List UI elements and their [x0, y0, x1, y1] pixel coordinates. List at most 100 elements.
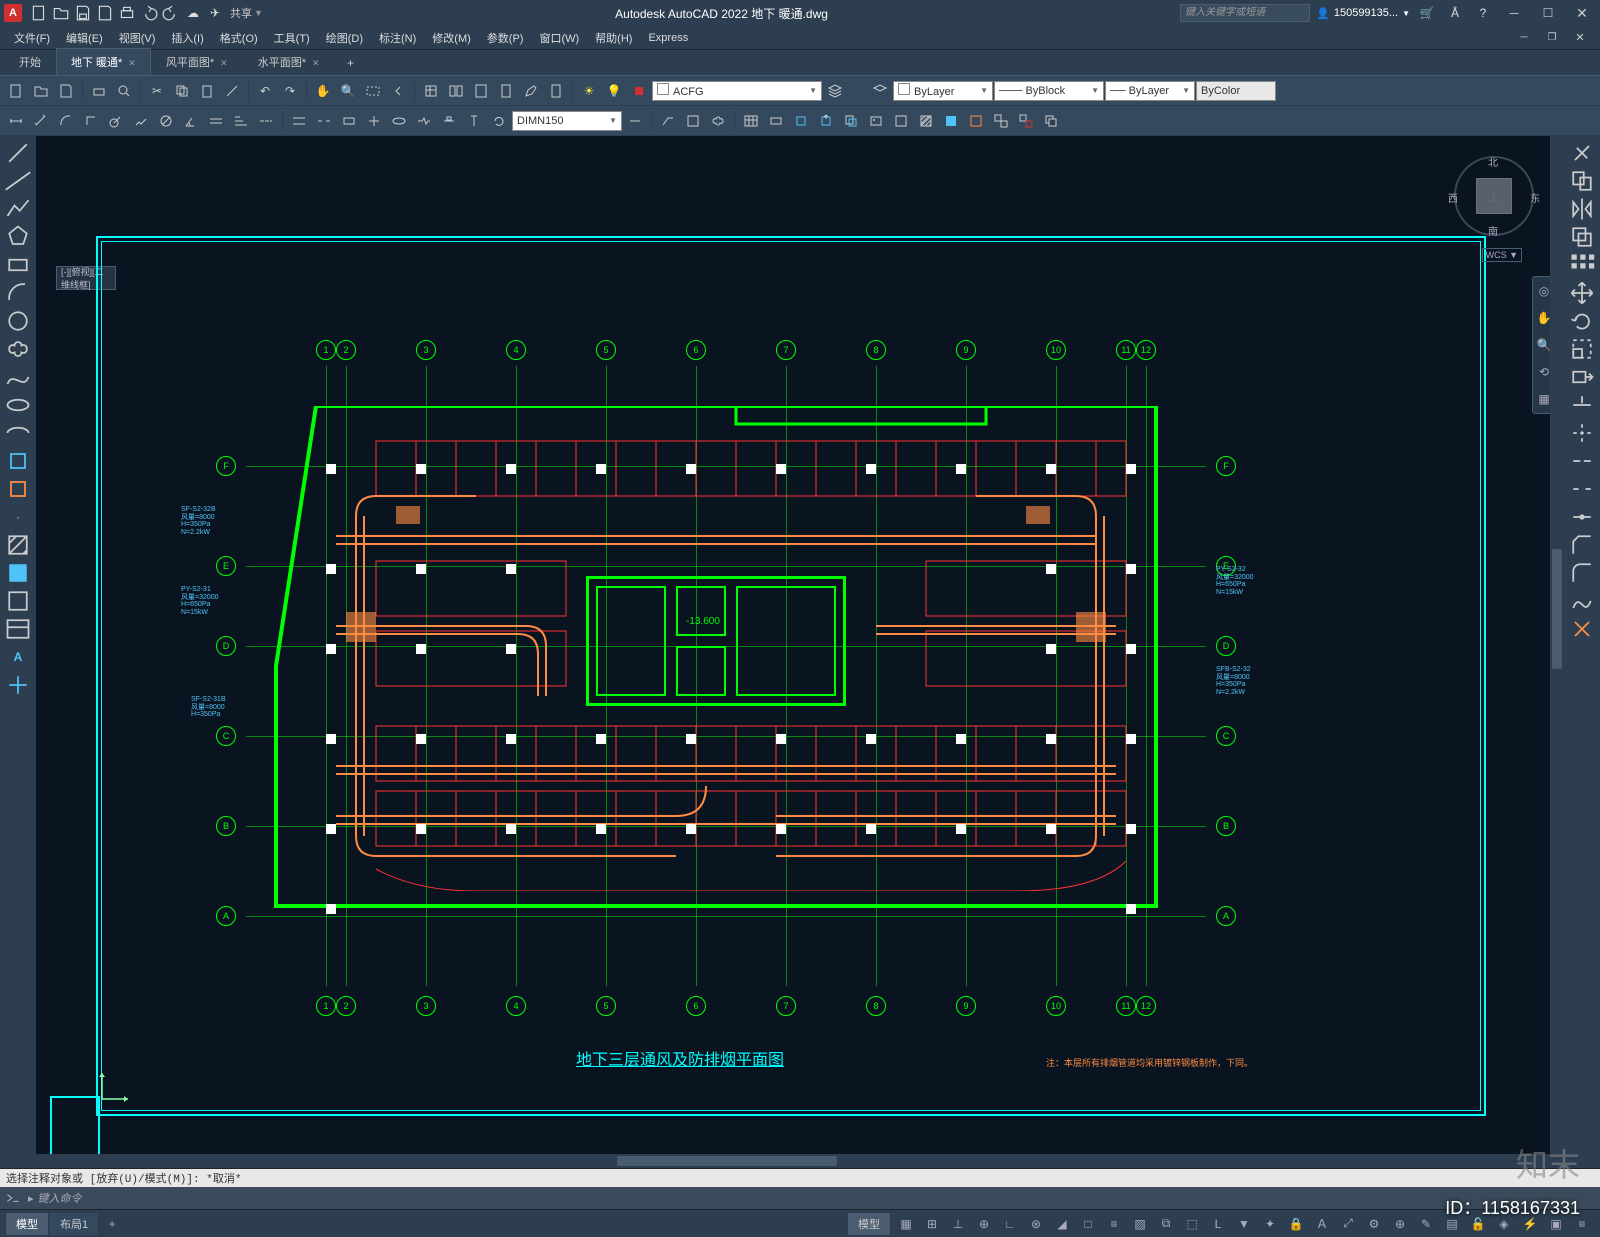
trim-icon[interactable] [1568, 392, 1596, 418]
circle-icon[interactable] [4, 308, 32, 334]
hatch-tool-icon[interactable] [4, 532, 32, 558]
save-icon[interactable] [54, 79, 78, 103]
qat-redo-icon[interactable] [162, 4, 180, 22]
explode-icon[interactable] [1568, 616, 1596, 642]
boundary-icon[interactable] [964, 109, 988, 133]
dim-quick-icon[interactable] [204, 109, 228, 133]
tab-doc-2[interactable]: 风平面图*✕ [151, 48, 243, 75]
anno-monitor-icon[interactable]: ⊕ [1388, 1213, 1412, 1235]
join-icon[interactable] [1568, 504, 1596, 530]
osnap-icon[interactable]: □ [1076, 1213, 1100, 1235]
pan-icon[interactable]: ✋ [311, 79, 335, 103]
annotation-scale-icon[interactable]: 🔒 [1284, 1213, 1308, 1235]
markup-icon[interactable] [519, 79, 543, 103]
layer-props-combo[interactable]: ByLayer▼ [893, 81, 993, 101]
paste-icon[interactable] [195, 79, 219, 103]
polygon-icon[interactable] [4, 224, 32, 250]
gizmo-icon[interactable]: ✦ [1258, 1213, 1282, 1235]
tab-close-icon[interactable]: ✕ [128, 58, 136, 68]
copy-icon[interactable] [170, 79, 194, 103]
xline-icon[interactable] [4, 168, 32, 194]
rotate-icon[interactable] [1568, 308, 1596, 334]
dim-arc-icon[interactable] [54, 109, 78, 133]
menu-tools[interactable]: 工具(T) [266, 27, 318, 49]
ortho-icon[interactable]: ∟ [998, 1213, 1022, 1235]
minimize-button[interactable]: ─ [1500, 3, 1528, 23]
dim-linear-icon[interactable] [4, 109, 28, 133]
lineweight-combo[interactable]: ── ByLayer▼ [1105, 81, 1195, 101]
spline-icon[interactable] [4, 364, 32, 390]
menu-window[interactable]: 窗口(W) [531, 27, 587, 49]
menu-modify[interactable]: 修改(M) [424, 27, 479, 49]
menu-dimension[interactable]: 标注(N) [371, 27, 424, 49]
snap-mode-icon[interactable]: ⊞ [920, 1213, 944, 1235]
center-mark-icon[interactable] [362, 109, 386, 133]
plot-style-input[interactable] [1196, 81, 1276, 101]
viewcube-south[interactable]: 南 [1488, 223, 1498, 238]
preview-icon[interactable] [112, 79, 136, 103]
ungroup-icon[interactable] [1014, 109, 1038, 133]
layer-lock-icon[interactable]: 💡 [602, 79, 626, 103]
hatch-icon[interactable] [914, 109, 938, 133]
inspect-icon[interactable] [387, 109, 411, 133]
tolerance-icon[interactable] [337, 109, 361, 133]
arc-icon[interactable] [4, 280, 32, 306]
qat-open-icon[interactable] [52, 4, 70, 22]
layout-tab-1[interactable]: 布局1 [50, 1213, 98, 1235]
layer-combo[interactable]: ACFG▼ [652, 81, 822, 101]
qcalc-icon[interactable] [544, 79, 568, 103]
tab-close-icon[interactable]: ✕ [220, 58, 228, 68]
chamfer-icon[interactable] [1568, 532, 1596, 558]
ellipse-icon[interactable] [4, 392, 32, 418]
menu-view[interactable]: 视图(V) [111, 27, 164, 49]
make-block-icon[interactable] [4, 476, 32, 502]
linetype-combo[interactable]: ─── ByBlock▼ [994, 81, 1104, 101]
selection-filter-icon[interactable]: ▼ [1232, 1213, 1256, 1235]
user-account[interactable]: 👤 150599135... ▼ [1316, 7, 1410, 20]
xref-icon[interactable] [839, 109, 863, 133]
qat-saveas-icon[interactable] [96, 4, 114, 22]
scale-icon[interactable] [1568, 336, 1596, 362]
point-icon[interactable]: · [4, 504, 32, 530]
view-cube[interactable]: 上 北 南 西 东 [1454, 156, 1534, 236]
cut-icon[interactable]: ✂ [145, 79, 169, 103]
menu-file[interactable]: 文件(F) [6, 27, 58, 49]
maximize-button[interactable]: ☐ [1534, 3, 1562, 23]
viewcube-east[interactable]: 东 [1530, 190, 1540, 205]
dim-style-mgr-icon[interactable] [623, 109, 647, 133]
gradient-icon[interactable] [939, 109, 963, 133]
menu-edit[interactable]: 编辑(E) [58, 27, 111, 49]
table-tool-icon[interactable] [4, 616, 32, 642]
region-icon[interactable] [889, 109, 913, 133]
isolate-icon[interactable]: ◈ [1492, 1213, 1516, 1235]
qat-new-icon[interactable] [30, 4, 48, 22]
match-icon[interactable] [220, 79, 244, 103]
viewcube-north[interactable]: 北 [1488, 154, 1498, 169]
grid-display-icon[interactable]: ▦ [894, 1213, 918, 1235]
properties-icon[interactable] [419, 79, 443, 103]
undo-icon[interactable]: ↶ [253, 79, 277, 103]
qat-send-icon[interactable]: ✈ [206, 4, 224, 22]
menu-draw[interactable]: 绘图(D) [318, 27, 371, 49]
wcs-indicator[interactable]: WCS ▼ [1482, 248, 1522, 262]
block-icon[interactable] [789, 109, 813, 133]
layout-tab-model[interactable]: 模型 [6, 1213, 48, 1235]
infer-constraints-icon[interactable]: ⊥ [946, 1213, 970, 1235]
tab-doc-1[interactable]: 地下 暖通*✕ [56, 48, 151, 75]
revcloud-icon[interactable] [4, 336, 32, 362]
drawing-canvas[interactable]: [-][俯视][二维线框] 1 2 3 4 5 6 7 8 9 10 11 12… [36, 136, 1564, 1168]
layer-off-icon[interactable] [627, 79, 651, 103]
fillet-icon[interactable] [1568, 560, 1596, 586]
tab-add-button[interactable]: + [339, 51, 363, 75]
sheet-set-icon[interactable] [494, 79, 518, 103]
menu-insert[interactable]: 插入(I) [163, 27, 211, 49]
horizontal-scrollbar[interactable] [36, 1154, 1564, 1168]
dim-style-combo[interactable]: DIMN150▼ [512, 111, 622, 131]
addselected-icon[interactable] [4, 672, 32, 698]
break-point-icon[interactable] [1568, 448, 1596, 474]
dim-break-icon[interactable] [312, 109, 336, 133]
copy-obj-icon[interactable] [1568, 168, 1596, 194]
region-tool-icon[interactable] [4, 588, 32, 614]
zoom-prev-icon[interactable] [386, 79, 410, 103]
dim-continue-icon[interactable] [254, 109, 278, 133]
